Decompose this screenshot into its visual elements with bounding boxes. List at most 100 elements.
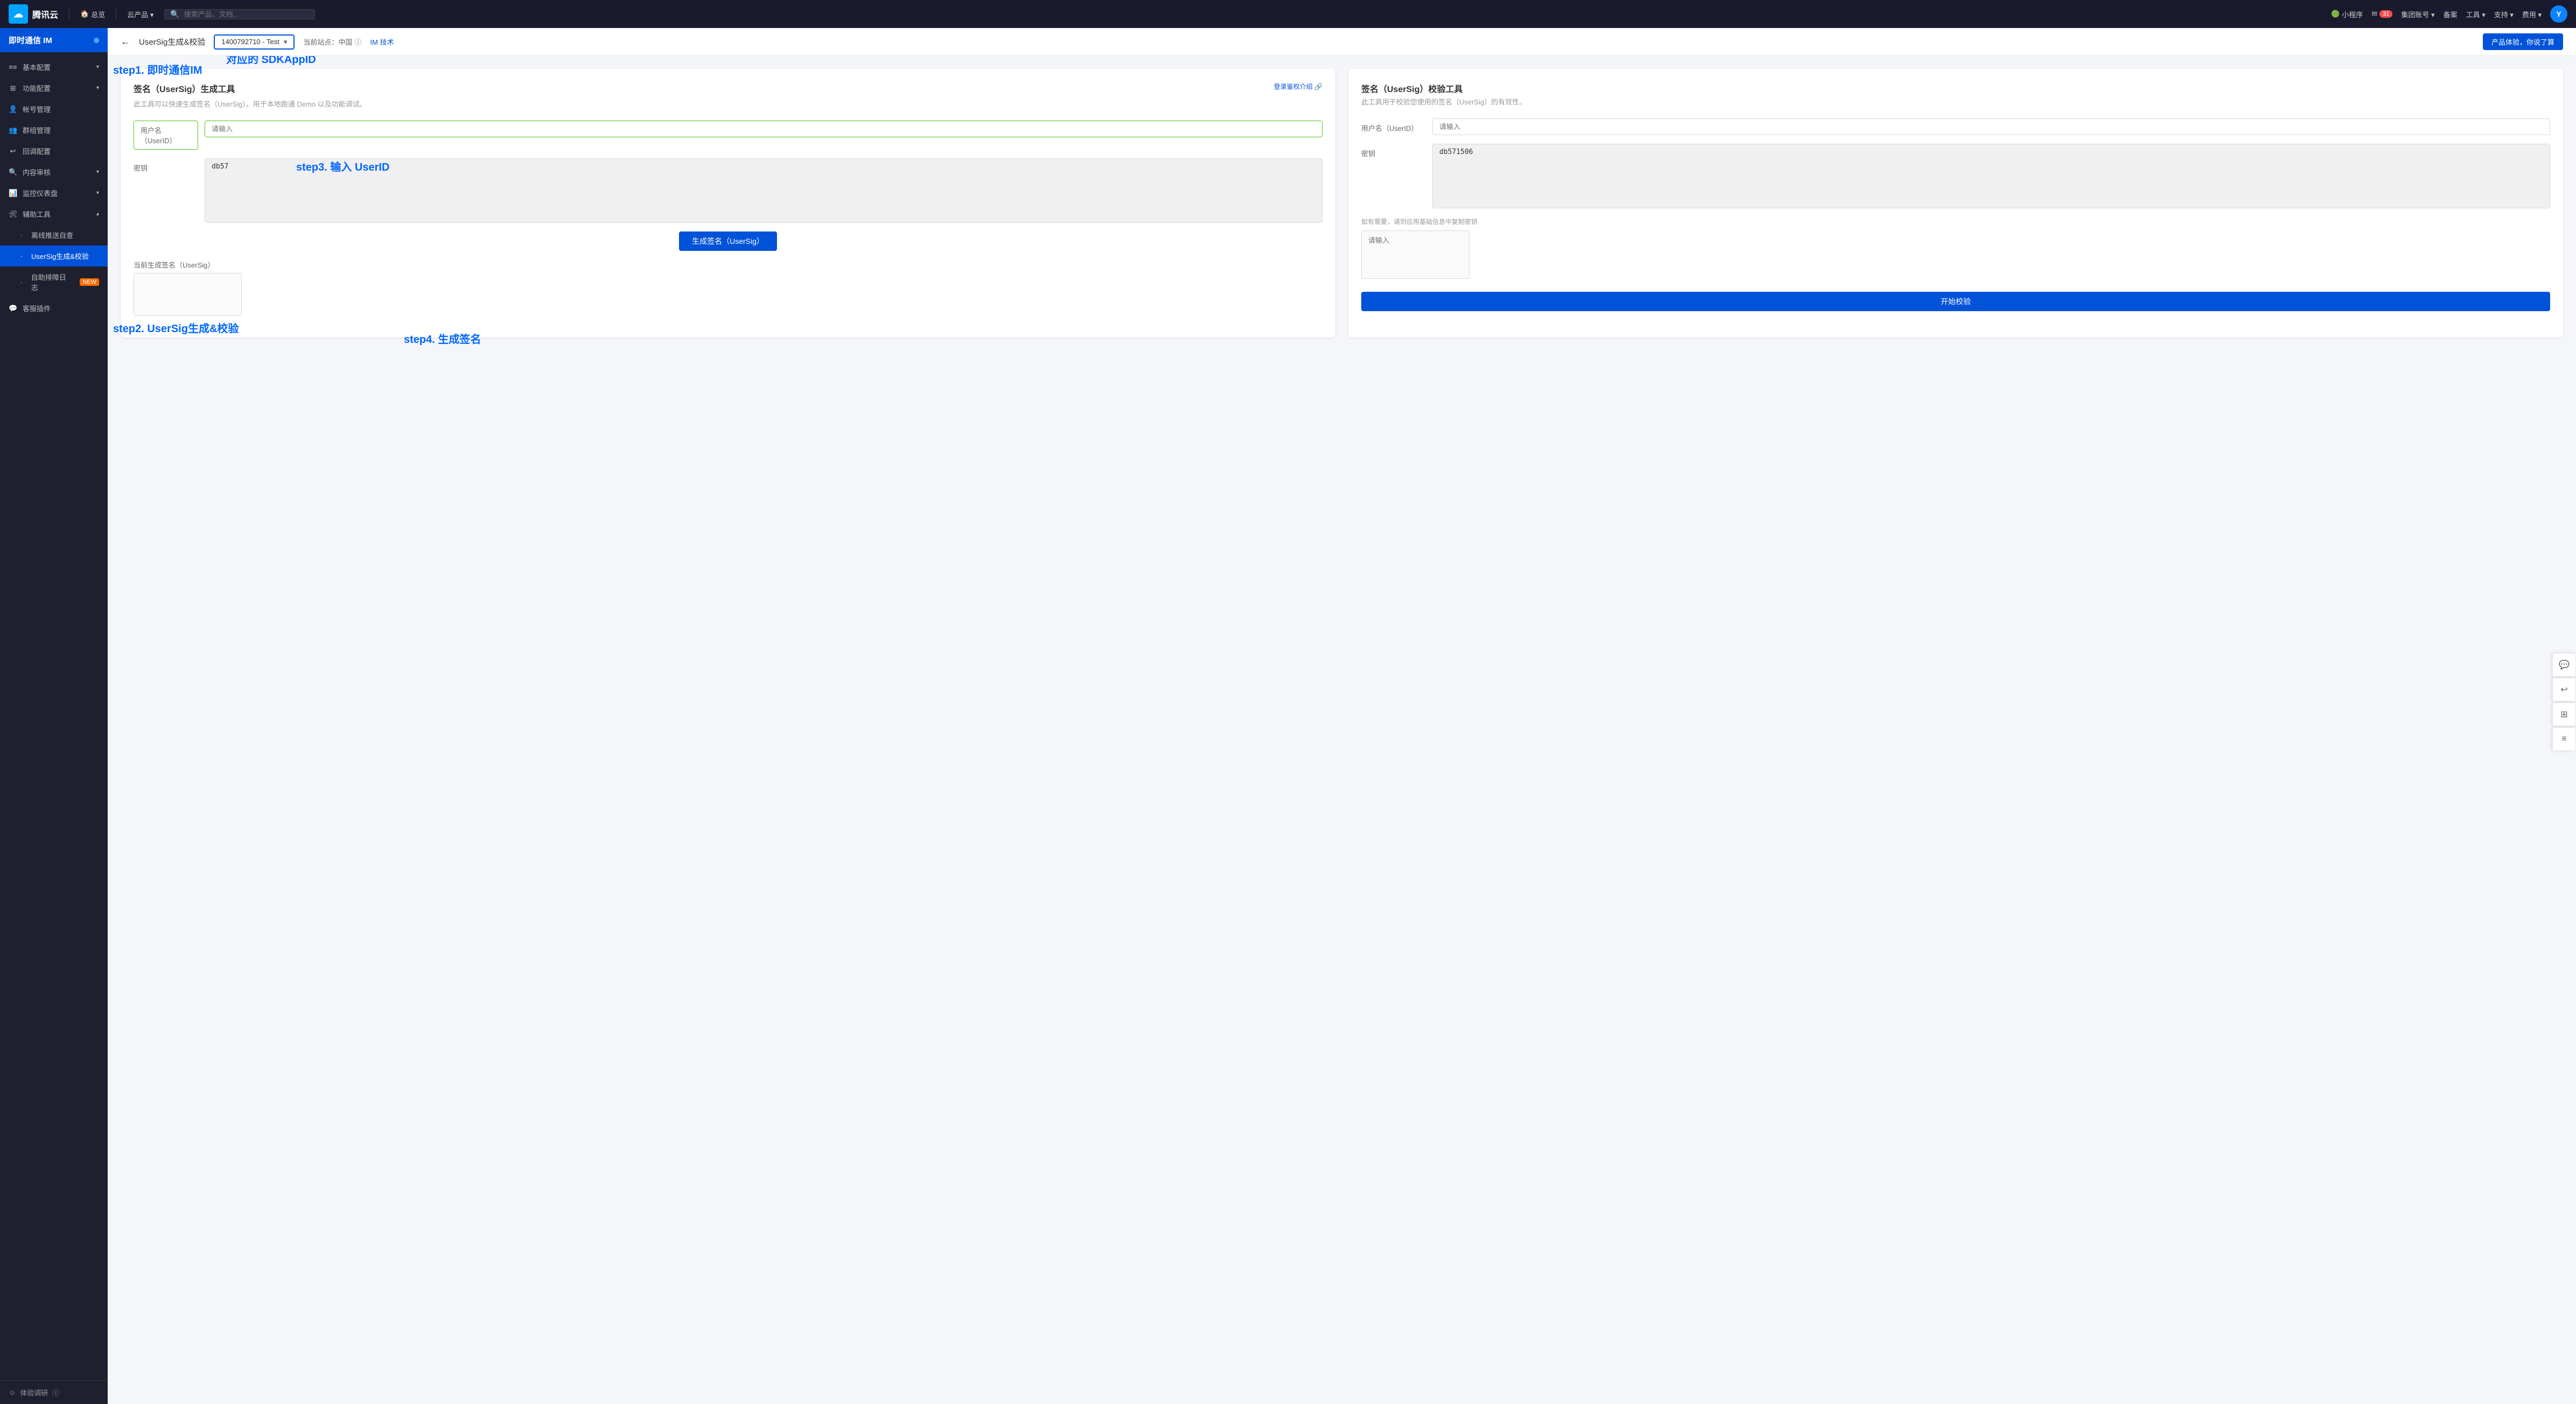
sidebar-label-usersig: UserSig生成&校验 <box>31 251 89 261</box>
verify-key-hint: 如有需要，请到应用基础信息中复制密钥 <box>1361 217 2550 226</box>
sidebar-item-offline-push[interactable]: · 离线推送自查 <box>0 224 108 245</box>
group-icon: 👥 <box>9 126 17 135</box>
research-icon: ☺ <box>9 1388 16 1396</box>
login-auth-link[interactable]: 登录鉴权介绍 🔗 <box>1274 82 1322 91</box>
user-avatar[interactable]: Y <box>2550 5 2567 23</box>
sidebar-item-basic-config[interactable]: ≡≡ 基本配置 ▾ <box>0 57 108 78</box>
tools-label: 工具 ▾ <box>2466 9 2486 19</box>
search-input[interactable] <box>184 10 310 18</box>
nav-products-label: 云产品 ▾ <box>127 9 153 19</box>
selector-arrow-icon: ▾ <box>284 38 288 46</box>
nav-item-products[interactable]: 云产品 ▾ <box>127 9 153 19</box>
generate-usersig-button[interactable]: 生成签名（UserSig） <box>679 231 777 251</box>
nav-mini-program[interactable]: 🟢 小程序 <box>2331 9 2363 19</box>
billing-label: 费用 ▾ <box>2522 9 2542 19</box>
nav-filing[interactable]: 备案 <box>2444 9 2458 19</box>
nav-item-home[interactable]: 🏠 总览 <box>80 9 105 19</box>
verify-usersig-textarea[interactable] <box>1361 230 1469 279</box>
nav-tools[interactable]: 工具 ▾ <box>2466 9 2486 19</box>
sidebar-item-feature-config[interactable]: ⊞ 功能配置 ▾ <box>0 78 108 99</box>
app-selector[interactable]: 1400792710 - Test ▾ <box>214 34 295 50</box>
floating-layout-btn[interactable]: ⊞ <box>2552 703 2576 726</box>
sidebar-item-monitor[interactable]: 📊 监控仪表盘 ▾ <box>0 182 108 203</box>
verify-tool-desc: 此工具用于校验您使用的签名（UserSig）的有效性。 <box>1361 97 2550 108</box>
verify-usersig-form-row <box>1361 230 2550 279</box>
userid-input[interactable] <box>205 121 1322 137</box>
key-label: 密钥 <box>134 158 198 173</box>
nav-billing[interactable]: 费用 ▾ <box>2522 9 2542 19</box>
sidebar-item-content-review[interactable]: 🔍 内容审核 ▾ <box>0 162 108 182</box>
dot-icon: · <box>17 231 26 239</box>
plugin-icon: 💬 <box>9 304 17 313</box>
current-site: 当前站点：中国 ⓘ <box>303 37 361 47</box>
logo[interactable]: ☁ 腾讯云 <box>9 4 58 24</box>
content-wrapper: 签名（UserSig）生成工具 登录鉴权介绍 🔗 此工具可以快速生成签名（Use… <box>108 56 2576 350</box>
userid-label: 用户名（UserID） <box>134 121 198 150</box>
sidebar-item-usersig[interactable]: · UserSig生成&校验 <box>0 245 108 266</box>
generate-tool-desc: 此工具可以快速生成签名（UserSig），用于本地跑通 Demo 以及功能调试。 <box>134 99 1322 110</box>
verify-key-form-row: 密钥 db571506 <box>1361 144 2550 208</box>
sidebar-status-dot <box>94 38 99 43</box>
sidebar-label-group-mgmt: 群组管理 <box>23 125 51 135</box>
group-account-label: 集团账号 ▾ <box>2401 9 2434 19</box>
verify-userid-input[interactable] <box>1432 118 2550 135</box>
back-button[interactable]: ← <box>121 36 130 47</box>
sidebar-item-aux-tools[interactable]: 🛠 辅助工具 ▴ <box>0 203 108 224</box>
sidebar-item-trouble-log[interactable]: · 自助排障日志 NEW <box>0 266 108 298</box>
floating-refresh-btn[interactable]: ↩ <box>2552 678 2576 701</box>
main-content: ← UserSig生成&校验 1400792710 - Test ▾ 当前站点：… <box>108 28 2576 1404</box>
user-icon: 👤 <box>9 105 17 114</box>
generate-tool-card: 签名（UserSig）生成工具 登录鉴权介绍 🔗 此工具可以快速生成签名（Use… <box>121 69 1335 338</box>
sidebar-header: 即时通信 IM <box>0 28 108 52</box>
mini-program-label: 小程序 <box>2342 9 2363 19</box>
key-textarea[interactable]: db57 <box>205 158 1322 223</box>
logo-text: 腾讯云 <box>32 8 58 20</box>
info-circle-icon: ⓘ <box>354 37 361 47</box>
sidebar-label-callback: 回调配置 <box>23 146 51 156</box>
search-icon: 🔍 <box>170 10 179 19</box>
sidebar-label-monitor: 监控仪表盘 <box>23 188 58 198</box>
grid-icon: ⊞ <box>9 84 17 93</box>
main-layout: 即时通信 IM ≡≡ 基本配置 ▾ ⊞ 功能配置 ▾ 👤 帐号管理 👥 群组管理 <box>0 28 2576 1404</box>
right-floating-sidebar: 💬 ↩ ⊞ ≡ <box>2552 653 2576 751</box>
mini-program-icon: 🟢 <box>2331 10 2340 18</box>
sidebar-item-callback[interactable]: ↩ 回调配置 <box>0 141 108 162</box>
info-icon: ⓘ <box>52 1387 59 1398</box>
chevron-up-icon: ▴ <box>96 211 99 217</box>
product-experience-button[interactable]: 产品体验，你说了算 <box>2483 33 2563 50</box>
verify-key-textarea[interactable]: db571506 <box>1432 144 2550 208</box>
sidebar-footer-research[interactable]: ☺ 体验调研 ⓘ <box>0 1380 108 1404</box>
sidebar-label-offline-push: 离线推送自查 <box>31 230 73 240</box>
review-icon: 🔍 <box>9 168 17 177</box>
tools-icon: 🛠 <box>9 210 17 219</box>
page-title: UserSig生成&校验 <box>139 36 205 47</box>
settings-icon: ≡≡ <box>9 63 17 71</box>
content-area: 签名（UserSig）生成工具 登录鉴权介绍 🔗 此工具可以快速生成签名（Use… <box>108 56 2576 350</box>
im-tech-link[interactable]: IM 技术 <box>370 37 394 47</box>
floating-menu-btn[interactable]: ≡ <box>2552 727 2576 751</box>
sidebar: 即时通信 IM ≡≡ 基本配置 ▾ ⊞ 功能配置 ▾ 👤 帐号管理 👥 群组管理 <box>0 28 108 1404</box>
userid-form-row: 用户名（UserID） <box>134 121 1322 150</box>
sidebar-label-account-mgmt: 帐号管理 <box>23 104 51 114</box>
nav-support[interactable]: 支持 ▾ <box>2494 9 2514 19</box>
sidebar-item-customer-plugin[interactable]: 💬 客服插件 <box>0 298 108 319</box>
sidebar-label-content-review: 内容审核 <box>23 167 51 177</box>
sidebar-label-basic-config: 基本配置 <box>23 62 51 72</box>
result-form-row: 当前生成签名（UserSig） <box>134 259 1322 316</box>
site-label: 当前站点：中国 <box>303 37 352 47</box>
verify-button[interactable]: 开始校验 <box>1361 292 2550 311</box>
logo-icon: ☁ <box>9 4 28 24</box>
page-header: ← UserSig生成&校验 1400792710 - Test ▾ 当前站点：… <box>108 28 2576 56</box>
result-textarea[interactable] <box>134 273 242 316</box>
chevron-down-icon4: ▾ <box>96 190 99 196</box>
sidebar-title: 即时通信 IM <box>9 34 52 46</box>
nav-group-account[interactable]: 集团账号 ▾ <box>2401 9 2434 19</box>
nav-messages[interactable]: ✉ 31 <box>2371 10 2392 18</box>
verify-tool-title: 签名（UserSig）校验工具 <box>1361 82 2550 95</box>
chevron-down-icon: ▾ <box>96 64 99 70</box>
floating-chat-btn[interactable]: 💬 <box>2552 653 2576 677</box>
sidebar-item-account-mgmt[interactable]: 👤 帐号管理 <box>0 99 108 120</box>
generate-tool-title: 签名（UserSig）生成工具 <box>134 82 235 95</box>
search-bar[interactable]: 🔍 <box>164 9 315 19</box>
sidebar-item-group-mgmt[interactable]: 👥 群组管理 <box>0 120 108 141</box>
